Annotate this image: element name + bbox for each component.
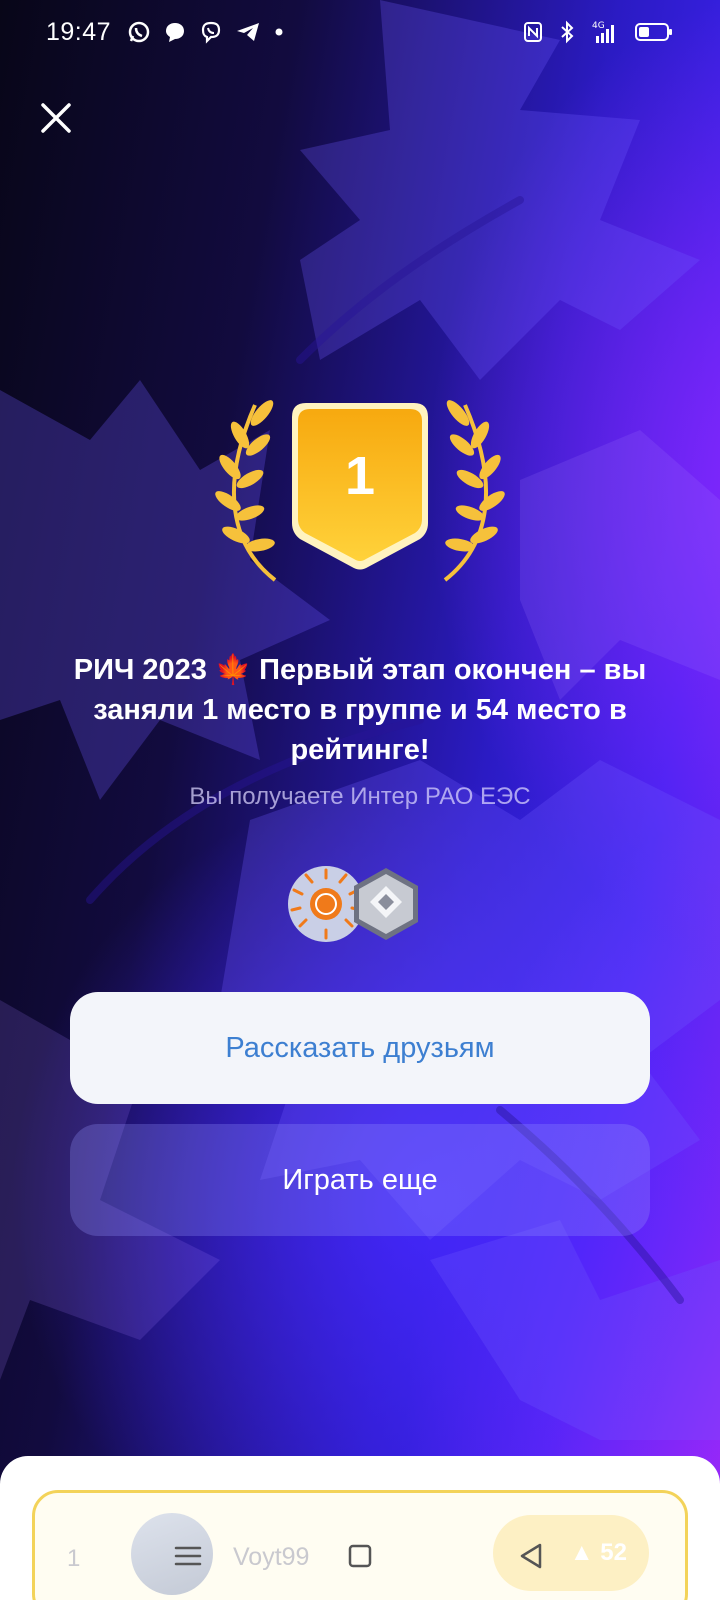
battery-icon	[635, 23, 672, 41]
close-button[interactable]	[38, 100, 74, 136]
notification-icons	[127, 20, 285, 44]
svg-text:4G: 4G	[592, 21, 605, 31]
first-place-award: 1	[200, 395, 520, 595]
reward-subtitle: Вы получаете Интер РАО ЕЭС	[189, 783, 531, 810]
reward-icons	[288, 864, 428, 944]
system-icons: 4G	[522, 19, 674, 45]
inter-rao-logo-icon	[288, 866, 364, 942]
result-headline: РИЧ 2023 🍁 Первый этап окончен – вы заня…	[73, 654, 647, 766]
bluetooth-icon	[561, 20, 574, 44]
play-again-button[interactable]: Играть еще	[70, 1124, 650, 1236]
back-button[interactable]	[508, 1532, 556, 1580]
dot-icon	[275, 28, 283, 36]
place-number: 1	[344, 446, 376, 506]
status-time: 19:47	[46, 17, 112, 46]
close-icon	[41, 103, 71, 133]
signal-4g-icon: 4G	[592, 21, 614, 43]
menu-button[interactable]	[164, 1532, 212, 1580]
system-navigation-bar	[0, 1512, 720, 1600]
telegram-icon	[237, 23, 260, 41]
viber-icon	[201, 21, 221, 44]
status-bar: 19:47 4G	[0, 0, 720, 64]
silver-rank-badge-icon	[354, 868, 418, 940]
nfc-icon	[524, 22, 542, 42]
chat-bubble-icon	[166, 23, 185, 42]
whatsapp-icon	[128, 21, 150, 43]
home-button[interactable]	[336, 1532, 384, 1580]
back-triangle-icon	[520, 1543, 542, 1569]
share-with-friends-button[interactable]: Рассказать друзьям	[70, 992, 650, 1104]
menu-icon	[174, 1546, 202, 1566]
home-square-icon	[348, 1544, 372, 1568]
